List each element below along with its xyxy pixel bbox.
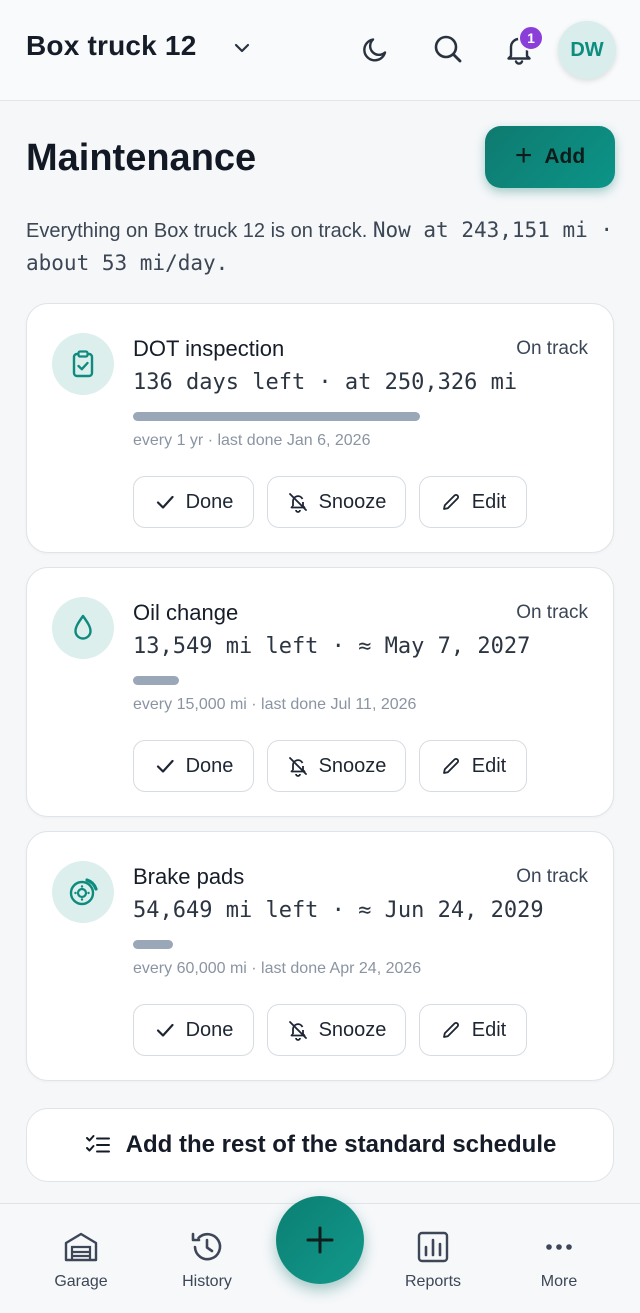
edit-label: Edit	[471, 1018, 507, 1041]
snooze-label: Snooze	[318, 1018, 387, 1041]
item-title: Brake pads	[133, 864, 245, 889]
maintenance-card-dot-inspection: DOT inspection On track 136 days left · …	[26, 303, 614, 553]
checklist-icon	[85, 1135, 110, 1153]
snooze-button[interactable]: Snooze	[267, 740, 406, 792]
user-avatar[interactable]: DW	[558, 21, 616, 79]
nav-garage[interactable]: Garage	[26, 1204, 136, 1313]
chevron-down-icon[interactable]	[232, 38, 252, 58]
top-bar: Box truck 12 1 DW	[0, 0, 640, 101]
page-title: Maintenance	[26, 137, 257, 179]
pencil-icon	[442, 758, 459, 774]
progress-bar	[133, 940, 420, 949]
edit-button[interactable]: Edit	[419, 1004, 527, 1056]
done-label: Done	[185, 754, 234, 777]
notification-count-badge: 1	[518, 25, 544, 51]
status-label: On track	[516, 866, 588, 887]
search-icon[interactable]	[431, 32, 465, 66]
nav-history-label: History	[182, 1273, 232, 1290]
brake-disc-icon	[52, 861, 114, 923]
progress-fill	[133, 940, 174, 949]
more-dots-icon	[546, 1244, 572, 1250]
snooze-button[interactable]: Snooze	[267, 476, 406, 528]
vehicle-selector[interactable]: Box truck 12	[26, 30, 196, 62]
status-label: On track	[516, 338, 588, 359]
progress-fill	[133, 676, 179, 685]
edit-label: Edit	[471, 490, 507, 513]
remaining-text: 136 days left · at 250,326 mi	[133, 370, 518, 395]
progress-fill	[133, 412, 420, 421]
interval-meta: every 60,000 mi · last done Apr 24, 2026	[133, 960, 422, 977]
item-title: DOT inspection	[133, 336, 285, 361]
dark-mode-moon-icon[interactable]	[359, 32, 393, 66]
plus-icon	[306, 1226, 334, 1254]
add-maintenance-button[interactable]: + Add	[485, 126, 615, 188]
clipboard-check-icon	[52, 333, 114, 395]
snooze-label: Snooze	[318, 754, 387, 777]
reports-chart-icon	[417, 1231, 449, 1263]
maintenance-card-oil-change: Oil change On track 13,549 mi left · ≈ M…	[26, 567, 614, 817]
done-button[interactable]: Done	[133, 476, 254, 528]
nav-more-label: More	[540, 1273, 578, 1290]
status-label: On track	[516, 602, 588, 623]
pencil-icon	[442, 494, 459, 510]
remaining-text: 13,549 mi left · ≈ May 7, 2027	[133, 634, 531, 659]
droplet-icon	[52, 597, 114, 659]
add-standard-schedule-button[interactable]: Add the rest of the standard schedule	[26, 1108, 614, 1182]
done-label: Done	[185, 490, 234, 513]
history-icon	[191, 1232, 222, 1261]
card-actions: Done Snooze Edit	[133, 1004, 527, 1056]
bell-off-icon	[288, 493, 307, 513]
garage-icon	[64, 1232, 98, 1262]
nav-history[interactable]: History	[152, 1204, 262, 1313]
pencil-icon	[442, 1022, 459, 1038]
bell-off-icon	[288, 1021, 307, 1041]
interval-meta: every 15,000 mi · last done Jul 11, 2026	[133, 696, 417, 713]
plus-icon: +	[514, 138, 533, 172]
done-button[interactable]: Done	[133, 1004, 254, 1056]
quick-add-fab[interactable]	[276, 1196, 364, 1284]
add-button-label: Add	[544, 145, 586, 168]
remaining-text: 54,649 mi left · ≈ Jun 24, 2029	[133, 898, 544, 923]
snooze-button[interactable]: Snooze	[267, 1004, 406, 1056]
checkmark-icon	[156, 1023, 174, 1037]
maintenance-card-brake-pads: Brake pads On track 54,649 mi left · ≈ J…	[26, 831, 614, 1081]
card-actions: Done Snooze Edit	[133, 740, 527, 792]
edit-button[interactable]: Edit	[419, 740, 527, 792]
done-button[interactable]: Done	[133, 740, 254, 792]
progress-bar	[133, 676, 420, 685]
card-actions: Done Snooze Edit	[133, 476, 527, 528]
summary-status: Everything on Box truck 12 is on track.	[26, 220, 368, 242]
nav-more[interactable]: More	[504, 1204, 614, 1313]
interval-meta: every 1 yr · last done Jan 6, 2026	[133, 432, 371, 449]
checkmark-icon	[156, 495, 174, 509]
checkmark-icon	[156, 759, 174, 773]
edit-label: Edit	[471, 754, 507, 777]
done-label: Done	[185, 1018, 234, 1041]
nav-reports-label: Reports	[404, 1273, 462, 1290]
nav-reports[interactable]: Reports	[378, 1204, 488, 1313]
item-title: Oil change	[133, 600, 239, 625]
edit-button[interactable]: Edit	[419, 476, 527, 528]
progress-bar	[133, 412, 420, 421]
snooze-label: Snooze	[318, 490, 387, 513]
maintenance-summary: Everything on Box truck 12 is on track. …	[26, 214, 626, 280]
bell-off-icon	[288, 757, 307, 777]
nav-garage-label: Garage	[54, 1273, 108, 1290]
schedule-button-label: Add the rest of the standard schedule	[125, 1131, 557, 1158]
